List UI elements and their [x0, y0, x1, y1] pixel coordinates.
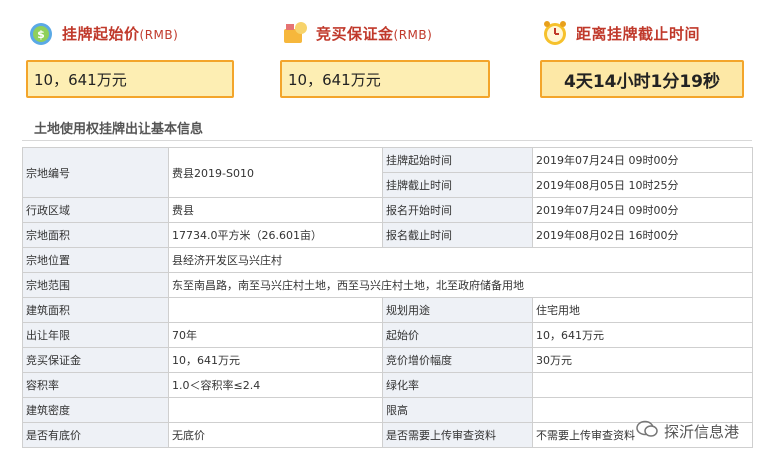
- parcel-no-value: 费县2019-S010: [168, 147, 383, 198]
- far-key: 容积率: [22, 372, 169, 398]
- reg-start-value: 2019年07月24日 09时00分: [532, 197, 753, 223]
- height-key: 限高: [382, 397, 533, 423]
- table-row: 容积率 1.0＜容积率≤2.4 绿化率: [22, 372, 753, 398]
- table-row: 宗地面积 17734.0平方米（26.601亩） 报名截止时间 2019年08月…: [22, 222, 753, 248]
- term-key: 出让年限: [22, 322, 169, 348]
- wechat-icon: [636, 420, 658, 442]
- area-value: 17734.0平方米（26.601亩）: [168, 222, 383, 248]
- location-value: 县经济开发区马兴庄村: [168, 247, 753, 273]
- list-end-value: 2019年08月05日 10时25分: [532, 172, 753, 198]
- reg-end-value: 2019年08月02日 16时00分: [532, 222, 753, 248]
- scope-value: 东至南昌路，南至马兴庄村土地，西至马兴庄村土地，北至政府储备用地: [168, 272, 753, 298]
- list-start-value: 2019年07月24日 09时00分: [532, 147, 753, 173]
- start-price-unit: (RMB): [139, 27, 179, 42]
- list-start-key: 挂牌起始时间: [382, 147, 533, 173]
- height-value: [532, 397, 753, 423]
- start-price-cell: 10，641万元: [532, 322, 753, 348]
- deposit-value: 10，641万元: [280, 60, 490, 98]
- area-key: 宗地面积: [22, 222, 169, 248]
- increment-key: 竞价增价幅度: [382, 347, 533, 373]
- parcel-no-key: 宗地编号: [22, 147, 169, 198]
- start-price-label: 挂牌起始价: [62, 24, 140, 43]
- location-key: 宗地位置: [22, 247, 169, 273]
- density-value: [168, 397, 383, 423]
- section-title: 土地使用权挂牌出让基本信息: [34, 122, 204, 137]
- district-key: 行政区域: [22, 197, 169, 223]
- table-row: 出让年限 70年 起始价 10，641万元: [22, 322, 753, 348]
- countdown-header: 距离挂牌截止时间: [540, 14, 700, 52]
- deposit-header: 竞买保证金(RMB): [280, 14, 432, 52]
- countdown-value: 4天14小时1分19秒: [540, 60, 744, 98]
- table-row: 建筑密度 限高: [22, 397, 753, 423]
- build-area-key: 建筑面积: [22, 297, 169, 323]
- money-bag-icon: $: [26, 18, 56, 48]
- density-key: 建筑密度: [22, 397, 169, 423]
- increment-value: 30万元: [532, 347, 753, 373]
- coins-icon: [280, 18, 310, 48]
- green-value: [532, 372, 753, 398]
- use-value: 住宅用地: [532, 297, 753, 323]
- deposit-unit: (RMB): [393, 27, 433, 42]
- svg-text:$: $: [37, 28, 45, 41]
- table-row: 宗地位置 县经济开发区马兴庄村: [22, 247, 753, 273]
- start-price-header: $ 挂牌起始价(RMB): [26, 14, 178, 52]
- scope-key: 宗地范围: [22, 272, 169, 298]
- deposit-label: 竞买保证金: [316, 24, 394, 43]
- table-row: 建筑面积 规划用途 住宅用地: [22, 297, 753, 323]
- review-key: 是否需要上传审查资料: [382, 422, 533, 448]
- reserve-key: 是否有底价: [22, 422, 169, 448]
- list-end-key: 挂牌截止时间: [382, 172, 533, 198]
- reg-start-key: 报名开始时间: [382, 197, 533, 223]
- start-price-value: 10，641万元: [26, 60, 234, 98]
- watermark: 探沂信息港: [636, 420, 739, 442]
- far-value: 1.0＜容积率≤2.4: [168, 372, 383, 398]
- section-divider: [22, 140, 752, 141]
- deposit-cell: 10，641万元: [168, 347, 383, 373]
- build-area-value: [168, 297, 383, 323]
- reg-end-key: 报名截止时间: [382, 222, 533, 248]
- watermark-text: 探沂信息港: [663, 422, 739, 441]
- table-row: 宗地范围 东至南昌路，南至马兴庄村土地，西至马兴庄村土地，北至政府储备用地: [22, 272, 753, 298]
- summary-bar: $ 挂牌起始价(RMB) 10，641万元 竞买保证金(RMB) 10，641万…: [0, 0, 761, 110]
- reserve-value: 无底价: [168, 422, 383, 448]
- land-info-table: 宗地编号 费县2019-S010 挂牌起始时间 2019年07月24日 09时0…: [22, 147, 753, 448]
- table-row: 竞买保证金 10，641万元 竞价增价幅度 30万元: [22, 347, 753, 373]
- table-row: 行政区域 费县 报名开始时间 2019年07月24日 09时00分: [22, 197, 753, 223]
- alarm-clock-icon: [540, 18, 570, 48]
- green-key: 绿化率: [382, 372, 533, 398]
- start-price-key: 起始价: [382, 322, 533, 348]
- deposit-key: 竞买保证金: [22, 347, 169, 373]
- table-row: 宗地编号 费县2019-S010 挂牌起始时间 2019年07月24日 09时0…: [22, 147, 753, 198]
- use-key: 规划用途: [382, 297, 533, 323]
- countdown-label: 距离挂牌截止时间: [576, 24, 701, 43]
- district-value: 费县: [168, 197, 383, 223]
- term-value: 70年: [168, 322, 383, 348]
